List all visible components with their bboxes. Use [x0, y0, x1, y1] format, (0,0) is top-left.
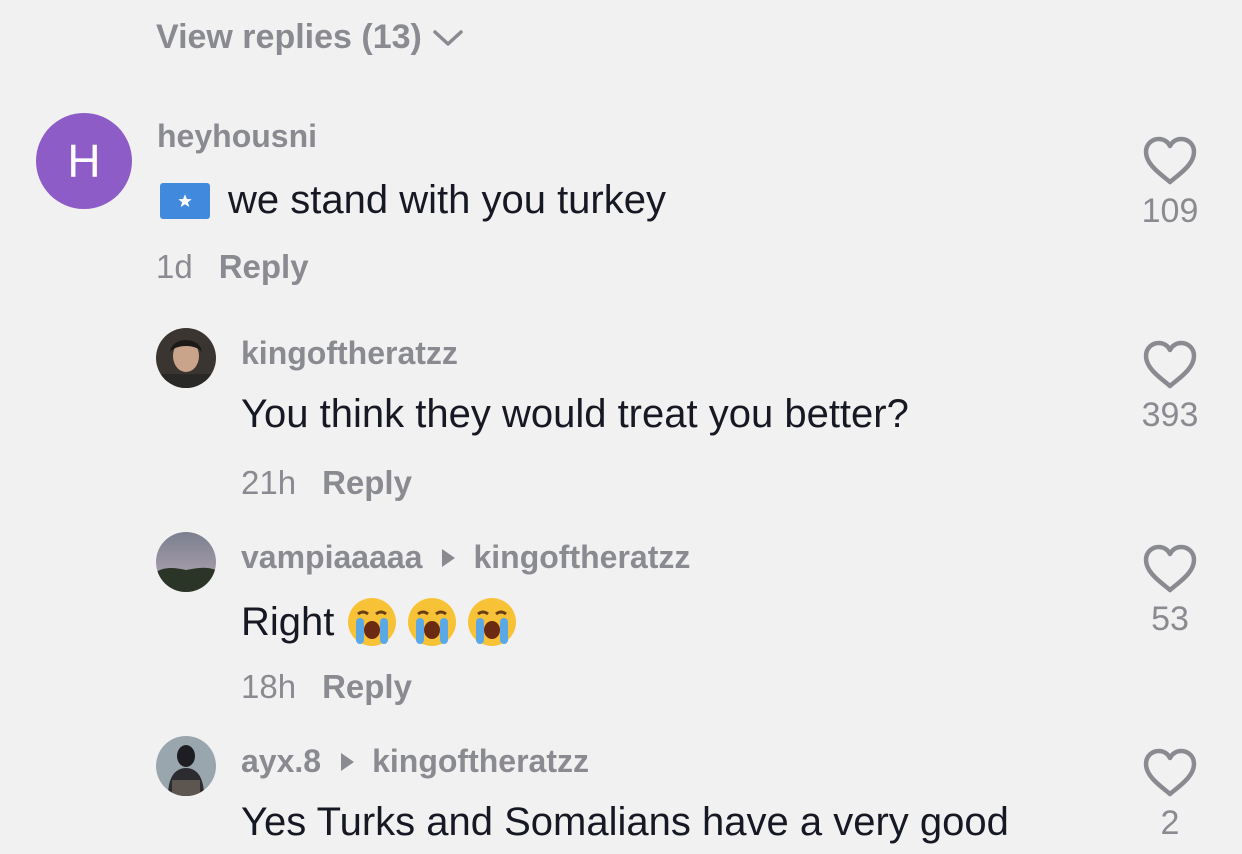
avatar-letter: H: [67, 135, 101, 187]
chevron-down-icon: [433, 29, 463, 46]
loudly-crying-face-icon: [408, 598, 457, 646]
like-group: 53: [1130, 544, 1210, 639]
reply-to-username[interactable]: kingoftheratzz: [372, 743, 589, 780]
like-count: 109: [1141, 192, 1199, 230]
reply-arrow-icon: [341, 752, 355, 771]
somalia-flag-icon: [160, 182, 210, 219]
avatar[interactable]: [156, 736, 216, 796]
reply-button[interactable]: Reply: [219, 248, 309, 286]
reply-button[interactable]: Reply: [322, 464, 412, 502]
like-count: 2: [1160, 804, 1180, 842]
avatar[interactable]: [156, 532, 216, 592]
reply-to-username[interactable]: kingoftheratzz: [473, 539, 690, 576]
like-group: 2: [1130, 748, 1210, 843]
view-replies-button[interactable]: View replies (13): [156, 18, 464, 57]
like-group: 393: [1130, 340, 1210, 435]
heart-icon[interactable]: [1142, 544, 1198, 594]
reply-button[interactable]: Reply: [322, 668, 412, 706]
comment-text-row: Right: [241, 596, 518, 648]
avatar-photo: [156, 328, 216, 388]
like-count: 53: [1151, 600, 1189, 638]
comment-text-row: we stand with you turkey: [160, 178, 666, 223]
avatar-photo: [156, 736, 216, 796]
avatar[interactable]: [156, 328, 216, 388]
comment-age: 1d: [156, 248, 193, 285]
comment-username[interactable]: vampiaaaaa: [241, 539, 422, 576]
comment-username-row: vampiaaaaa kingoftheratzz: [241, 539, 690, 576]
reply-arrow-icon: [442, 548, 456, 567]
view-replies-label: View replies (13): [156, 18, 422, 56]
heart-icon[interactable]: [1142, 136, 1198, 186]
comment-username[interactable]: kingoftheratzz: [241, 335, 458, 372]
comment-meta: 18h Reply: [241, 668, 412, 706]
loudly-crying-face-icon: [468, 598, 517, 646]
heart-icon[interactable]: [1142, 748, 1198, 798]
comment-text: Yes Turks and Somalians have a very good: [241, 800, 1009, 844]
comment-age: 21h: [241, 464, 297, 501]
comment-username[interactable]: heyhousni: [157, 118, 317, 155]
comment-meta: 1d Reply: [156, 248, 309, 286]
heart-icon[interactable]: [1142, 340, 1198, 390]
comment-username[interactable]: ayx.8: [241, 743, 321, 780]
like-group: 109: [1130, 136, 1210, 231]
comment-username-row: ayx.8 kingoftheratzz: [241, 743, 589, 780]
like-count: 393: [1141, 396, 1199, 434]
comment-text: You think they would treat you better?: [241, 392, 909, 436]
comment-text: we stand with you turkey: [228, 178, 666, 222]
comment-age: 18h: [241, 668, 297, 705]
avatar-photo: [156, 532, 216, 592]
loudly-crying-face-icon: [348, 598, 397, 646]
comment-meta: 21h Reply: [241, 464, 412, 502]
comment-text: Right: [241, 599, 335, 644]
avatar[interactable]: H: [36, 113, 132, 209]
